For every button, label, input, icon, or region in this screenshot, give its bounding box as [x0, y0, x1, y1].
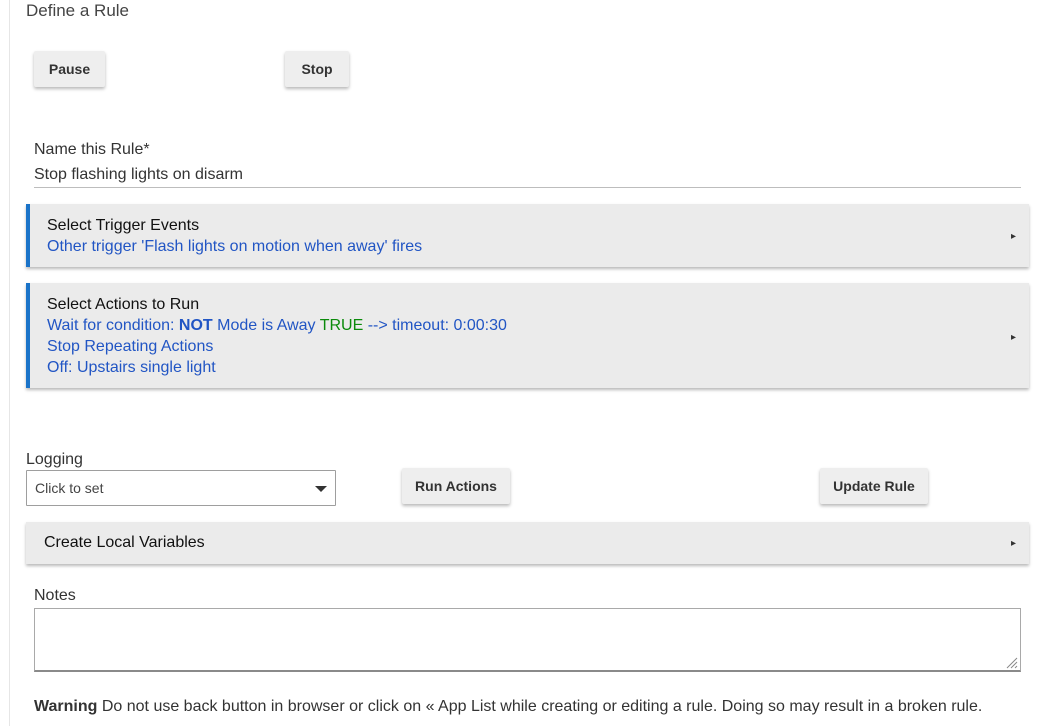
warning-message: Warning Do not use back button in browse… [34, 698, 982, 716]
pause-button[interactable]: Pause [34, 51, 105, 87]
stop-button[interactable]: Stop [285, 51, 349, 87]
local-variables-title: Create Local Variables [44, 534, 205, 551]
expand-arrow-icon: ▸ [1010, 538, 1016, 549]
expand-arrow-icon: ▸ [1010, 231, 1016, 242]
notes-textarea[interactable] [34, 608, 1021, 672]
update-rule-button[interactable]: Update Rule [820, 468, 928, 504]
trigger-events-panel[interactable]: Select Trigger Events Other trigger 'Fla… [26, 204, 1029, 267]
wait-condition: Mode is Away [212, 317, 320, 334]
true-keyword: TRUE [319, 317, 364, 334]
rule-page: Define a Rule Pause Stop Name this Rule*… [0, 0, 1040, 726]
left-border [9, 0, 10, 726]
actions-line-stop-repeating: Stop Repeating Actions [47, 338, 214, 355]
dropdown-caret-icon [315, 486, 327, 492]
warning-text: Do not use back button in browser or cli… [97, 698, 983, 715]
local-variables-panel[interactable]: Create Local Variables ▸ [26, 522, 1029, 564]
actions-line-wait: Wait for condition: NOT Mode is Away TRU… [47, 315, 1029, 336]
actions-line-off: Off: Upstairs single light [47, 359, 216, 376]
trigger-events-title: Select Trigger Events [47, 217, 200, 234]
actions-title: Select Actions to Run [47, 296, 200, 313]
logging-label: Logging [26, 451, 83, 468]
wait-timeout: --> timeout: 0:00:30 [363, 317, 507, 334]
resize-grip-icon[interactable] [1004, 655, 1018, 669]
expand-arrow-icon: ▸ [1010, 332, 1016, 343]
page-title: Define a Rule [26, 1, 130, 20]
trigger-events-summary: Other trigger 'Flash lights on motion wh… [47, 238, 423, 255]
logging-select[interactable]: Click to set [26, 470, 336, 506]
wait-prefix: Wait for condition: [47, 317, 179, 334]
not-keyword: NOT [178, 317, 213, 334]
rule-name-label: Name this Rule* [34, 141, 150, 158]
logging-selected-value: Click to set [35, 480, 104, 496]
notes-label: Notes [34, 587, 76, 604]
run-actions-button[interactable]: Run Actions [402, 468, 510, 504]
warning-label: Warning [34, 698, 98, 715]
rule-name-input[interactable] [34, 163, 1021, 188]
actions-panel[interactable]: Select Actions to Run Wait for condition… [26, 283, 1029, 388]
